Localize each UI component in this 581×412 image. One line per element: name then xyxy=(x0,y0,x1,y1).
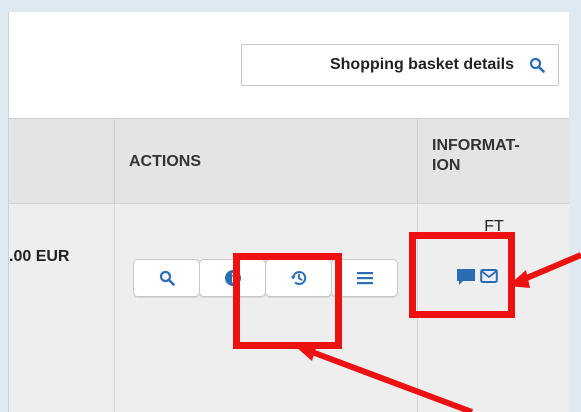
annotation-arrows xyxy=(296,252,581,412)
arrow-to-history-button xyxy=(296,342,474,412)
arrow-to-information-icons xyxy=(508,252,581,288)
screenshot-frame: Shopping basket details ACTIONS INFORMAT… xyxy=(0,0,581,412)
